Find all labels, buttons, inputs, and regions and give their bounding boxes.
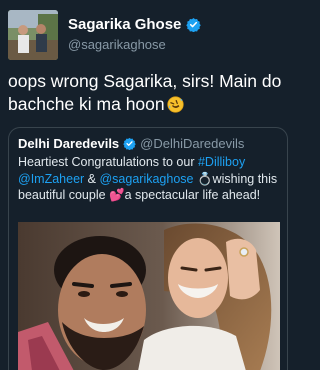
- quoted-text-part: a spectacular life ahead!: [124, 188, 261, 202]
- quoted-text-part: &: [84, 171, 100, 186]
- author-name[interactable]: Sagarika Ghose: [68, 16, 181, 33]
- avatar[interactable]: [8, 10, 58, 60]
- quoted-text-part: Heartiest Congratulations to our: [18, 155, 198, 169]
- rolling-on-floor-laughing-icon: [166, 96, 184, 113]
- hashtag-link[interactable]: #Dilliboy: [198, 155, 245, 169]
- author-handle[interactable]: @sagarikaghose: [68, 37, 166, 52]
- quoted-author-handle[interactable]: @DelhiDaredevils: [140, 136, 244, 151]
- tweet-text-content: oops wrong Sagarika, sirs! Main do bachc…: [8, 71, 282, 114]
- verified-badge-icon: [186, 17, 202, 32]
- mention-link-sagarikaghose[interactable]: @sagarikaghose: [99, 172, 193, 186]
- quoted-tweet-text: Heartiest Congratulations to our #Dillib…: [18, 154, 280, 204]
- couple-photo: [18, 222, 280, 370]
- ring-emoji: 💍: [196, 171, 213, 186]
- quoted-tweet-header: Delhi Daredevils @DelhiDaredevils: [18, 136, 244, 151]
- quoted-tweet-photo[interactable]: [18, 222, 280, 370]
- verified-badge-icon: [123, 137, 136, 150]
- tweet-text: oops wrong Sagarika, sirs! Main do bachc…: [8, 70, 290, 116]
- quoted-author-name[interactable]: Delhi Daredevils: [18, 136, 119, 151]
- mention-link-imzaheer[interactable]: @ImZaheer: [18, 172, 84, 186]
- quoted-tweet[interactable]: Delhi Daredevils @DelhiDaredevils Hearti…: [8, 127, 288, 370]
- tweet-header: Sagarika Ghose @sagarikaghose: [8, 8, 288, 60]
- two-hearts-emoji: 💕: [109, 188, 125, 202]
